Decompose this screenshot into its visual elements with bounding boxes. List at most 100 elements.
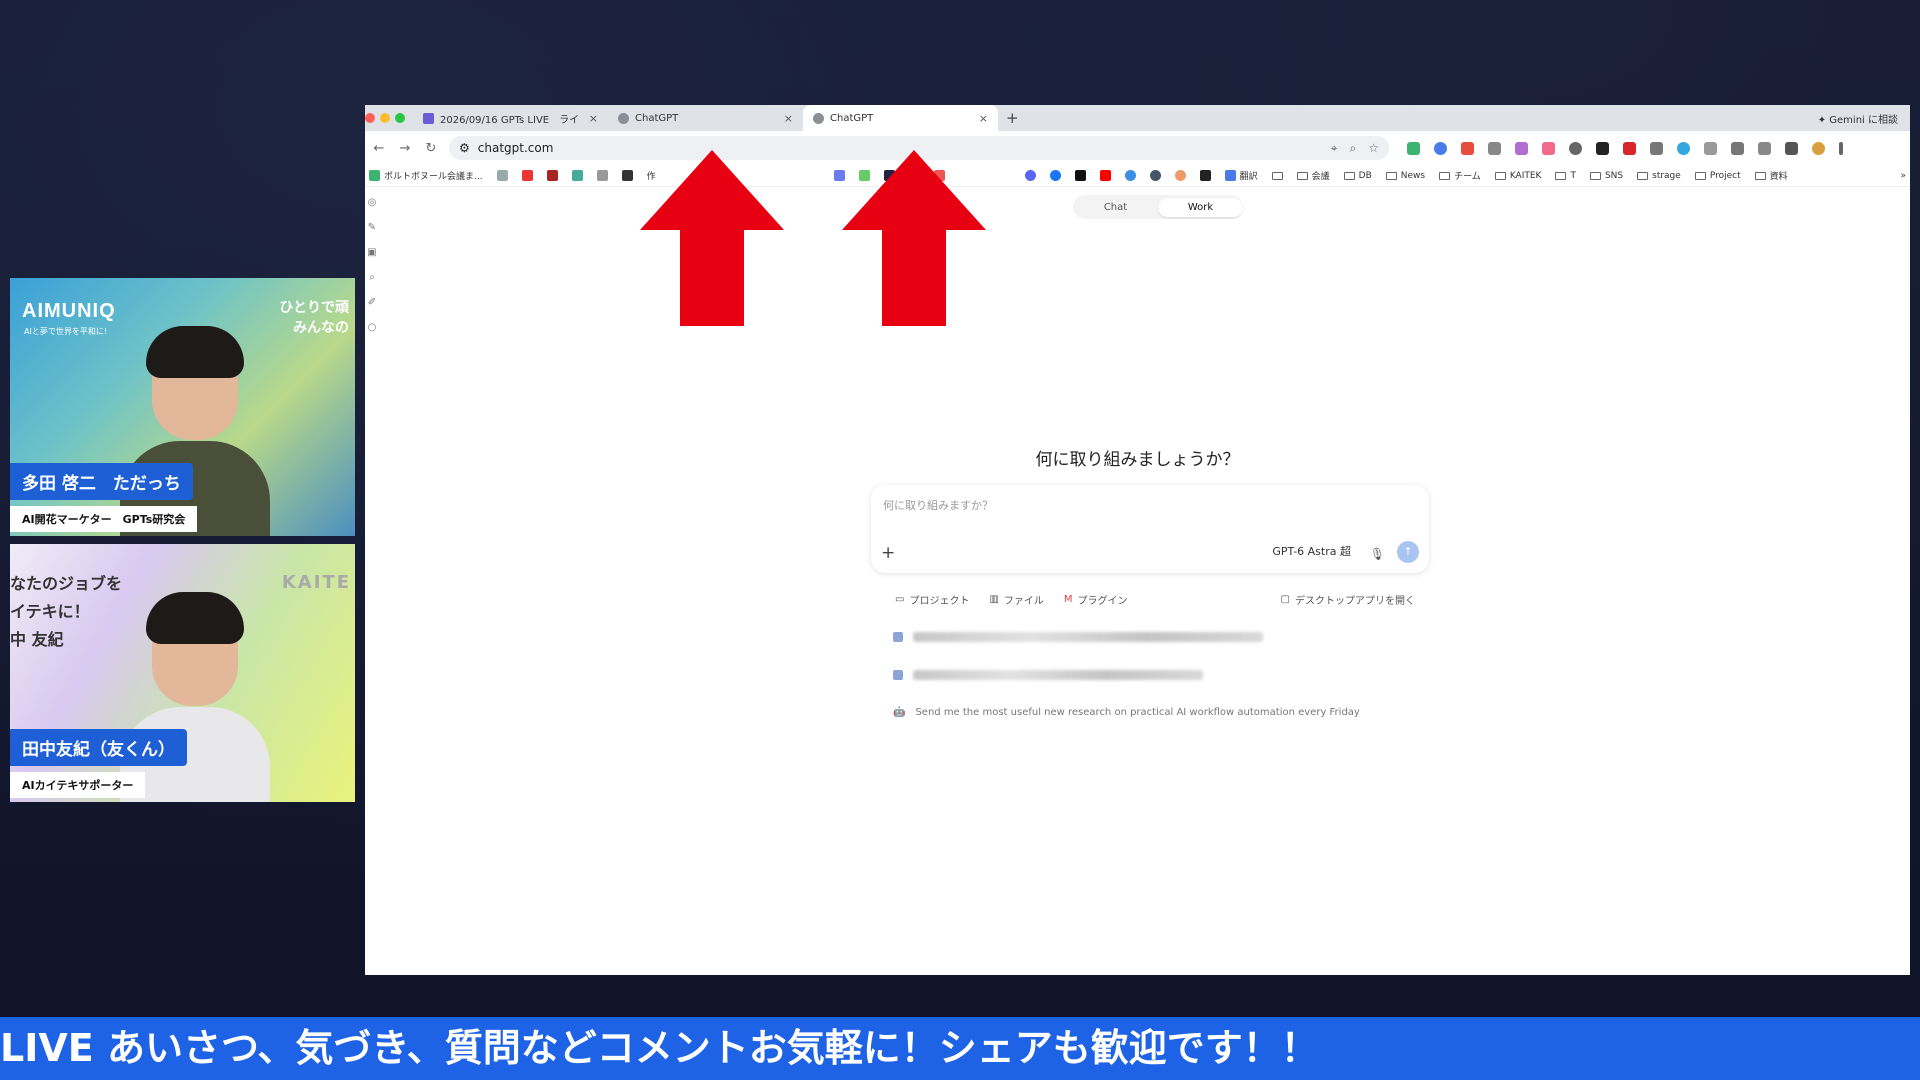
notion-icon[interactable] — [621, 170, 633, 181]
folder-icon — [1296, 171, 1308, 180]
microphone-icon[interactable]: 🎙 — [1370, 547, 1385, 561]
location-icon[interactable]: ⌖ — [1331, 141, 1338, 156]
bookmark-folder[interactable]: チーム — [1439, 169, 1481, 182]
prompt-composer[interactable]: 何に取り組みますか？ + GPT-6 Astra 超 🎙 ↑ — [871, 485, 1429, 573]
bookmark-folder[interactable]: SNS — [1589, 171, 1623, 181]
participant-name: 田中友紀（友くん） — [10, 729, 187, 766]
brush-icon[interactable]: ✐ — [368, 297, 376, 308]
mode-work-button[interactable]: Work — [1158, 197, 1243, 217]
extension-icon[interactable] — [1515, 141, 1528, 155]
chip-plugin[interactable]: M プラグイン — [1064, 592, 1128, 607]
close-tab-icon[interactable]: × — [979, 112, 988, 125]
chip-file[interactable]: ▥ ファイル — [989, 592, 1043, 607]
background-tagline-line-3: 中 友紀 — [10, 630, 64, 649]
close-tab-icon[interactable]: × — [784, 112, 793, 125]
youtube-icon[interactable] — [1099, 170, 1111, 181]
person-avatar — [120, 316, 270, 536]
minimize-window-button[interactable] — [380, 113, 390, 123]
bookmark-folder[interactable]: News — [1385, 171, 1425, 181]
zoom-icon[interactable]: ⌕ — [1350, 141, 1357, 156]
sidebar-icon[interactable] — [1731, 141, 1744, 155]
tab-chatgpt-2[interactable]: ChatGPT × — [803, 105, 998, 131]
circle-icon[interactable]: ○ — [368, 322, 377, 333]
bookmark-item[interactable]: 翻訳 — [1224, 169, 1258, 182]
folder-icon — [1754, 171, 1766, 180]
extension-icon[interactable] — [1623, 141, 1636, 155]
participant-video-2: なたのジョブを イテキに！ 中 友紀 KAITE 田中友紀（友くん） AIカイテ… — [10, 544, 355, 802]
site-settings-icon[interactable]: ⚙ — [459, 141, 470, 155]
forward-icon[interactable]: → — [397, 141, 413, 156]
bookmark-folder[interactable]: T — [1555, 171, 1576, 181]
mode-chat-button[interactable]: Chat — [1073, 198, 1158, 217]
prompt-input[interactable]: 何に取り組みますか？ — [883, 497, 993, 513]
link-icon[interactable] — [1758, 141, 1771, 155]
bookmark-folder[interactable]: Project — [1694, 171, 1741, 181]
chip-project[interactable]: ▭ プロジェクト — [895, 592, 969, 607]
gemini-button[interactable]: ✦ Gemini に相談 — [1818, 111, 1898, 126]
bookmark-icon[interactable] — [496, 170, 508, 181]
bookmark-star-icon[interactable]: ☆ — [1368, 141, 1379, 156]
tab-bar: 2026/09/16 GPTs LIVE ライ × ChatGPT × Chat… — [365, 105, 1910, 131]
bookmark-folder[interactable]: 会議 — [1296, 169, 1330, 182]
bookmark-folder[interactable]: 資料 — [1754, 169, 1788, 182]
shield-extension-icon[interactable] — [1407, 141, 1420, 155]
search-icon[interactable]: ⌕ — [369, 272, 375, 283]
bookmarks-overflow-button[interactable]: » — [1900, 171, 1906, 181]
extension-icon[interactable] — [1569, 141, 1582, 155]
extension-icon[interactable] — [1461, 141, 1474, 155]
new-tab-button[interactable]: + — [998, 109, 1027, 127]
sidebar-toggle-icon[interactable]: ◎ — [368, 197, 377, 208]
bookmark-icon[interactable] — [1149, 170, 1161, 181]
tab-chatgpt-1[interactable]: ChatGPT × — [608, 105, 803, 131]
bookmark-folder[interactable]: strage — [1637, 171, 1681, 181]
add-attachment-button[interactable]: + — [881, 543, 895, 563]
folder-icon — [1494, 171, 1506, 180]
apps-icon[interactable] — [596, 170, 608, 181]
folder-icon — [1694, 171, 1706, 180]
bookmark-folder[interactable]: DB — [1343, 171, 1372, 181]
bookmark-item[interactable]: ポルトボヌール会議ま... — [369, 169, 483, 182]
x-icon[interactable] — [1074, 170, 1086, 181]
bookmark-icon[interactable] — [1199, 170, 1211, 181]
send-button[interactable]: ↑ — [1397, 541, 1419, 563]
suggestion-item-blurred[interactable] — [893, 670, 1203, 680]
background-tagline-line-1: なたのジョブを — [10, 574, 123, 593]
profile-avatar-icon[interactable] — [1812, 141, 1825, 155]
discord-icon[interactable] — [1024, 170, 1036, 181]
download-icon[interactable] — [1785, 141, 1798, 155]
bookmark-folder[interactable]: KAITEK — [1494, 171, 1541, 181]
extension-icon[interactable] — [1677, 141, 1690, 155]
folder-icon — [1343, 171, 1355, 180]
extension-icon[interactable] — [1596, 141, 1609, 155]
bookmark-label: strage — [1652, 170, 1681, 181]
bookmark-icon[interactable] — [1124, 170, 1136, 181]
sheets-icon[interactable] — [571, 170, 583, 181]
heart-icon[interactable] — [521, 170, 533, 181]
bookmark-icon[interactable] — [546, 170, 558, 181]
tab-gpts-live[interactable]: 2026/09/16 GPTs LIVE ライ × — [413, 105, 608, 131]
library-icon[interactable]: ▣ — [367, 247, 376, 258]
back-icon[interactable]: ← — [371, 141, 387, 156]
model-selector[interactable]: GPT-6 Astra 超 — [1272, 543, 1351, 559]
extension-icon[interactable] — [1542, 141, 1555, 155]
close-window-button[interactable] — [365, 113, 375, 123]
bookmark-icon[interactable] — [1174, 170, 1186, 181]
new-chat-icon[interactable]: ✎ — [368, 222, 376, 233]
facebook-icon[interactable] — [1049, 170, 1061, 181]
menu-kebab-icon[interactable] — [1839, 141, 1843, 155]
camera-icon[interactable] — [1650, 141, 1663, 155]
close-tab-icon[interactable]: × — [589, 112, 598, 125]
folder-icon — [1589, 171, 1601, 180]
puzzle-icon[interactable] — [1704, 141, 1717, 155]
bookmark-folder[interactable] — [1271, 171, 1283, 180]
open-desktop-app-button[interactable]: ▢ デスクトップアプリを開く — [1281, 592, 1415, 607]
participant-name: 多田 啓二 ただっち — [10, 463, 193, 500]
extension-icon[interactable] — [1488, 141, 1501, 155]
suggestion-item[interactable]: 🤖 Send me the most useful new research o… — [893, 707, 1360, 718]
bookmark-label: 会議 — [1311, 172, 1330, 182]
chatgpt-favicon-icon — [813, 112, 824, 124]
suggestion-item-blurred[interactable] — [893, 632, 1263, 642]
extension-icon[interactable] — [1434, 141, 1447, 155]
maximize-window-button[interactable] — [395, 113, 405, 123]
reload-icon[interactable]: ↻ — [423, 141, 439, 156]
